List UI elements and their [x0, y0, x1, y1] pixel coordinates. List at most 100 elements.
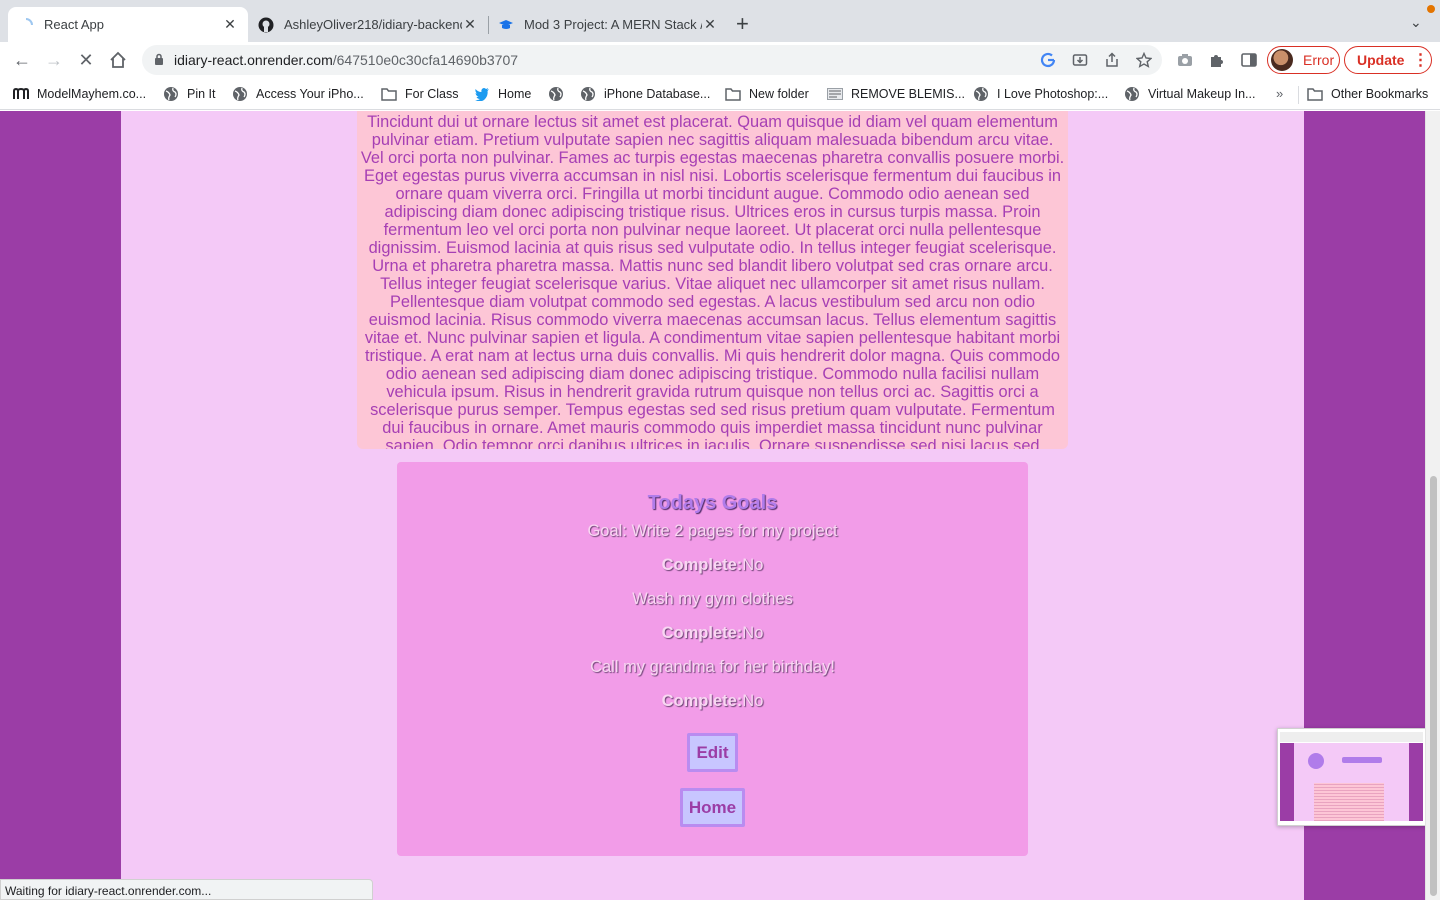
update-label: Update	[1357, 52, 1405, 68]
preview-page	[1280, 743, 1423, 821]
bookmark-label: Home	[498, 87, 532, 101]
bookmark-item[interactable]	[548, 85, 572, 103]
tab-title: Mod 3 Project: A MERN Stack /	[524, 17, 702, 32]
tab-mod3-project[interactable]: Mod 3 Project: A MERN Stack / ✕	[488, 7, 728, 42]
tab-search-chevron-icon[interactable]: ⌄	[1410, 14, 1422, 31]
goals-title: Todays Goals	[647, 492, 778, 514]
bookmark-label: Pin It	[187, 87, 216, 101]
folder-icon	[1307, 86, 1323, 102]
bookmark-item[interactable]: New folder	[725, 85, 809, 103]
bookmarks-divider	[1298, 86, 1299, 104]
new-tab-plus-icon[interactable]: +	[736, 13, 749, 35]
status-bar: Waiting for idiary-react.onrender.com...	[0, 879, 373, 900]
profile-error-label: Error	[1303, 52, 1335, 68]
mortarboard-icon	[498, 17, 514, 33]
globe-icon	[232, 86, 248, 102]
complete-value: No	[742, 556, 764, 574]
globe-icon	[1124, 86, 1140, 102]
tab-close-icon[interactable]: ✕	[462, 16, 478, 33]
home-icon[interactable]	[107, 49, 129, 71]
bookmark-item[interactable]: iPhone Database...	[580, 85, 710, 103]
twitter-icon	[474, 86, 490, 102]
page-icon	[827, 86, 843, 102]
globe-icon	[580, 86, 596, 102]
tab-title: AshleyOliver218/idiary-backend	[284, 17, 462, 32]
goal-text: Wash my gym clothes	[632, 590, 793, 608]
edit-button[interactable]: Edit	[687, 733, 738, 772]
scrollbar-thumb[interactable]	[1430, 476, 1437, 896]
goal-text: Goal: Write 2 pages for my project	[397, 522, 1028, 541]
bookmark-item[interactable]: Virtual Makeup In...	[1124, 85, 1255, 103]
folder-icon	[381, 86, 397, 102]
complete-label: Complete:	[661, 624, 743, 642]
bookmark-label: Virtual Makeup In...	[1148, 87, 1256, 101]
bookmark-label: I Love Photoshop:...	[997, 87, 1109, 101]
bookmark-item[interactable]: Home	[474, 85, 531, 103]
install-app-icon[interactable]	[1072, 52, 1088, 68]
side-panel-icon[interactable]	[1240, 51, 1258, 69]
update-button[interactable]: Update ⋮	[1344, 46, 1432, 74]
entry-body-text: Tincidunt dui ut ornare lectus sit amet …	[357, 111, 1068, 449]
bookmark-label: REMOVE BLEMIS...	[851, 87, 965, 101]
browser-toolbar: ← → ✕ idiary-react.onrender.com/647510e0…	[0, 42, 1440, 78]
google-icon[interactable]	[1040, 52, 1056, 68]
goal-complete-status: Complete:No	[397, 556, 1028, 575]
preview-logo-icon	[1308, 753, 1324, 769]
picture-in-picture-preview[interactable]	[1277, 728, 1426, 826]
loading-spinner-icon	[18, 17, 34, 33]
extensions-puzzle-icon[interactable]	[1208, 51, 1226, 69]
stop-loading-icon[interactable]: ✕	[75, 49, 97, 71]
todays-goals-panel: Todays Goals Goal: Write 2 pages for my …	[397, 462, 1028, 856]
goal-item-text: Write 2 pages for my project	[631, 522, 838, 540]
page-viewport: Tincidunt dui ut ornare lectus sit amet …	[0, 111, 1440, 900]
address-bar[interactable]: idiary-react.onrender.com/647510e0c30cfa…	[142, 45, 1162, 75]
other-bookmarks[interactable]: Other Bookmarks	[1307, 85, 1428, 103]
bookmark-label: Other Bookmarks	[1331, 87, 1429, 101]
bookmark-label: ModelMayhem.co...	[37, 87, 147, 101]
more-bookmarks-chevron-icon[interactable]: »	[1276, 86, 1283, 101]
kebab-menu-icon: ⋮	[1412, 52, 1429, 69]
goal-prefix: Goal:	[587, 522, 632, 540]
bookmark-item[interactable]: For Class	[381, 85, 458, 103]
goal-complete-status: Complete:No	[397, 624, 1028, 643]
avatar	[1271, 49, 1293, 71]
home-button[interactable]: Home	[680, 788, 745, 827]
bookmark-item[interactable]: Access Your iPho...	[232, 85, 364, 103]
preview-chrome	[1280, 732, 1423, 742]
tab-close-icon[interactable]: ✕	[702, 16, 718, 33]
modelmayhem-icon	[13, 86, 29, 102]
back-arrow-icon[interactable]: ←	[11, 49, 33, 71]
preview-title	[1342, 757, 1382, 763]
url-host: idiary-react.onrender.com	[174, 52, 333, 68]
goal-complete-status: Complete:No	[397, 692, 1028, 711]
complete-value: No	[742, 692, 764, 710]
bookmark-star-icon[interactable]	[1135, 51, 1153, 68]
globe-icon	[973, 86, 989, 102]
tab-title: React App	[44, 17, 104, 32]
bookmark-item[interactable]: Pin It	[163, 85, 216, 103]
github-icon	[258, 17, 274, 33]
bookmark-label: iPhone Database...	[604, 87, 711, 101]
bookmark-label: New folder	[749, 87, 809, 101]
complete-label: Complete:	[661, 692, 743, 710]
tab-react-app[interactable]: React App ✕	[8, 7, 248, 42]
bookmark-label: Access Your iPho...	[256, 87, 364, 101]
camera-icon[interactable]	[1176, 51, 1194, 69]
bookmarks-bar: ModelMayhem.co... Pin It Access Your iPh…	[0, 78, 1440, 110]
diary-page: Tincidunt dui ut ornare lectus sit amet …	[121, 111, 1304, 900]
tab-close-icon[interactable]: ✕	[222, 16, 238, 33]
tab-github[interactable]: AshleyOliver218/idiary-backend ✕	[248, 7, 488, 42]
forward-arrow-icon[interactable]: →	[43, 49, 65, 71]
profile-error-button[interactable]: Error	[1267, 46, 1340, 74]
tab-strip: React App ✕ AshleyOliver218/idiary-backe…	[0, 0, 1440, 42]
complete-value: No	[742, 624, 764, 642]
bookmark-item[interactable]: ModelMayhem.co...	[13, 85, 146, 103]
bookmark-item[interactable]: REMOVE BLEMIS...	[827, 85, 965, 103]
globe-icon	[163, 86, 179, 102]
vertical-scrollbar[interactable]	[1425, 111, 1440, 900]
share-icon[interactable]	[1104, 52, 1120, 68]
lock-icon[interactable]	[154, 53, 164, 71]
bookmark-item[interactable]: I Love Photoshop:...	[973, 85, 1108, 103]
folder-icon	[725, 86, 741, 102]
url-text: idiary-react.onrender.com/647510e0c30cfa…	[174, 52, 518, 68]
